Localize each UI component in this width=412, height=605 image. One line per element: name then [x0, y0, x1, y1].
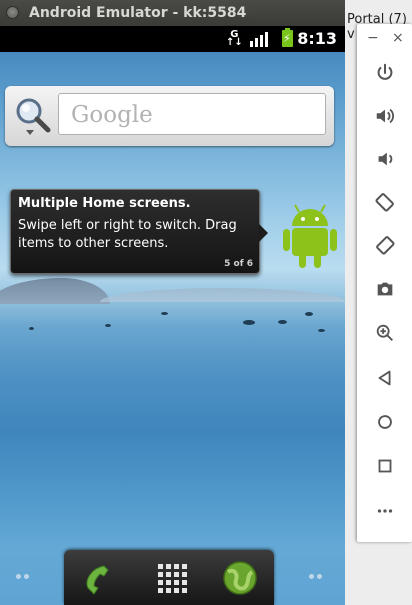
wallpaper-rock	[318, 329, 325, 332]
overview-icon	[378, 459, 391, 473]
power-icon	[377, 63, 392, 80]
back-button[interactable]	[357, 363, 412, 393]
panel-close-button[interactable]: ×	[392, 30, 404, 46]
wallpaper-rock	[305, 312, 313, 316]
window-title: Android Emulator - kk:5584	[29, 5, 247, 21]
power-button[interactable]	[357, 58, 412, 88]
wallpaper-rock	[243, 320, 255, 325]
google-search-widget[interactable]: Google	[5, 86, 334, 146]
back-icon	[378, 370, 390, 386]
wallpaper-rock	[278, 320, 287, 324]
volume-down-icon	[378, 152, 392, 166]
window-close-button[interactable]	[6, 6, 19, 19]
more-icon	[377, 509, 392, 513]
wallpaper-rock	[161, 312, 168, 315]
status-bar: G ↑↓ ⚡ 8:13	[0, 26, 345, 52]
tooltip-counter: 5 of 6	[224, 259, 253, 269]
home-button[interactable]	[357, 407, 412, 437]
wallpaper-mountain	[0, 278, 110, 304]
phone-screen[interactable]: G ↑↓ ⚡ 8:13 Google Multiple Home screens.…	[0, 26, 345, 605]
home-icon	[377, 415, 392, 429]
zoom-button[interactable]	[357, 318, 412, 348]
search-input[interactable]: Google	[58, 93, 326, 135]
window-title-bar: Android Emulator - kk:5584	[0, 0, 345, 26]
volume-up-button[interactable]	[357, 101, 412, 131]
rotate-left-button[interactable]	[357, 187, 412, 217]
tooltip-body: Swipe left or right to switch. Drag item…	[18, 218, 237, 251]
network-type-icon: G ↑↓	[226, 29, 243, 48]
wallpaper-rock	[105, 324, 111, 327]
rotate-left-icon	[374, 193, 394, 212]
panel-minimize-button[interactable]: −	[367, 30, 379, 46]
volume-up-icon	[376, 108, 394, 124]
screenshot-button[interactable]	[357, 274, 412, 304]
wallpaper-horizon	[100, 288, 345, 302]
page-indicator-right[interactable]	[309, 574, 329, 582]
volume-down-button[interactable]	[357, 144, 412, 174]
page-indicator-left[interactable]	[16, 574, 36, 582]
emulator-controls-panel: − ×	[357, 24, 412, 542]
status-clock: 8:13	[297, 29, 337, 48]
search-icon[interactable]	[11, 94, 55, 138]
camera-icon	[377, 282, 392, 296]
android-mascot-icon[interactable]	[280, 200, 340, 270]
signal-strength-icon	[250, 31, 270, 47]
more-button[interactable]	[357, 496, 412, 526]
wallpaper-rock	[29, 327, 34, 330]
rotate-right-icon	[375, 236, 395, 255]
home-dock	[64, 550, 274, 605]
overview-button[interactable]	[357, 451, 412, 481]
zoom-icon	[376, 324, 393, 341]
search-placeholder: Google	[71, 102, 153, 128]
rotate-right-button[interactable]	[357, 230, 412, 260]
battery-charging-icon: ⚡	[282, 28, 293, 47]
home-screens-tooltip[interactable]: Multiple Home screens. Swipe left or rig…	[10, 189, 268, 274]
tooltip-title: Multiple Home screens.	[18, 196, 191, 211]
browser-icon[interactable]	[220, 558, 260, 598]
phone-icon[interactable]	[78, 558, 118, 598]
app-drawer-icon[interactable]	[152, 558, 192, 598]
